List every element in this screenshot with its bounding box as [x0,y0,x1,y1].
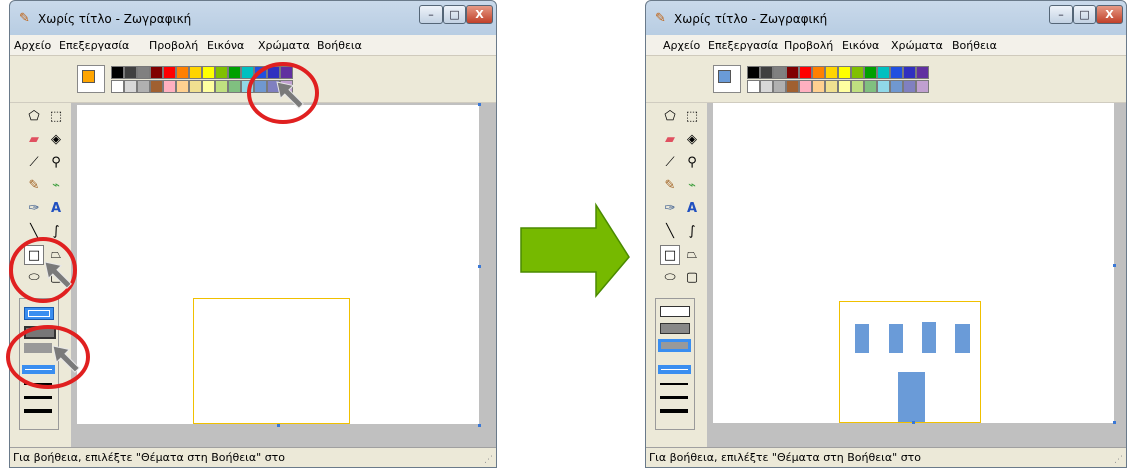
minimize-button[interactable]: – [1049,5,1073,24]
color-swatch[interactable] [851,80,864,93]
menu-view[interactable]: Προβολή [784,39,833,52]
building-door [898,372,925,422]
fill-only-option[interactable] [658,339,691,352]
color-swatch[interactable] [747,66,760,79]
menu-edit[interactable]: Επεξεργασία [708,39,778,52]
canvas-scroll-area [707,103,1126,448]
color-swatch[interactable] [812,80,825,93]
color-swatch[interactable] [799,80,812,93]
color-swatch[interactable] [838,66,851,79]
line-width-1[interactable] [658,365,691,374]
pointer-cursor-icon [276,81,304,109]
brush-tool-icon[interactable]: ⌁ [682,176,702,196]
rounded-rect-tool-icon[interactable]: ▢ [682,268,702,288]
color-swatch[interactable] [760,80,773,93]
color-swatch[interactable] [903,66,916,79]
highlight-circle-fill-option [6,325,90,389]
airbrush-tool-icon[interactable]: ✑ [660,199,680,219]
building-window [889,324,903,353]
curve-tool-icon[interactable]: ∫ [682,222,702,242]
line-width-2[interactable] [660,383,688,385]
text-tool-icon[interactable]: A [682,199,702,219]
line-width-3[interactable] [660,396,688,399]
title-bar: ✎ Χωρίς τίτλο - Ζωγραφική – □ X [646,1,1126,35]
pointer-cursor-icon [52,345,80,373]
arrow-right-icon [520,202,630,299]
magnifier-tool-icon[interactable]: ⚲ [682,153,702,173]
polygon-tool-icon[interactable]: ⏢ [682,245,702,265]
color-swatch[interactable] [812,66,825,79]
maximize-button[interactable]: □ [1073,5,1096,24]
color-swatch[interactable] [825,66,838,79]
current-colors[interactable] [713,65,741,93]
color-swatch[interactable] [786,80,799,93]
menu-image[interactable]: Εικόνα [842,39,879,52]
rectangle-tool-icon[interactable]: □ [660,245,680,265]
color-swatch[interactable] [903,80,916,93]
resize-handle[interactable] [1113,264,1116,267]
color-swatch[interactable] [760,66,773,79]
color-swatch[interactable] [747,80,760,93]
foreground-color [718,70,731,83]
color-swatch[interactable] [838,80,851,93]
color-swatch[interactable] [773,80,786,93]
fill-tool-icon[interactable]: ◈ [682,130,702,150]
line-width-4[interactable] [660,409,688,413]
paint-window-after: ✎ Χωρίς τίτλο - Ζωγραφική – □ X Αρχείο Ε… [645,0,1127,468]
color-swatch[interactable] [877,66,890,79]
toolbox: ⬠⬚▰◈⟋⚲✎⌁✑A╲∫□⏢⬭▢ [646,103,704,448]
paint-app-icon: ✎ [655,11,666,26]
color-swatch[interactable] [916,80,929,93]
menu-help[interactable]: Βοήθεια [952,39,997,52]
status-bar: Για βοήθεια, επιλέξτε "Θέματα στη Βοήθει… [646,447,1126,467]
window-title: Χωρίς τίτλο - Ζωγραφική [674,12,828,26]
building-window [955,324,970,353]
fill-outline-option[interactable] [660,306,690,317]
color-swatch[interactable] [851,66,864,79]
menu-colors[interactable]: Χρώματα [891,39,943,52]
color-picker-tool-icon[interactable]: ⟋ [660,153,680,173]
color-swatch[interactable] [864,66,877,79]
color-swatch[interactable] [890,80,903,93]
color-swatch[interactable] [864,80,877,93]
resize-handle[interactable] [1113,421,1116,424]
resize-grip-icon[interactable]: ⋰ [1114,455,1123,465]
color-swatch[interactable] [825,80,838,93]
tool-options-panel [655,298,695,430]
close-button[interactable]: X [1096,5,1123,24]
color-swatch[interactable] [877,80,890,93]
ellipse-tool-icon[interactable]: ⬭ [660,268,680,288]
color-swatch[interactable] [773,66,786,79]
eraser-tool-icon[interactable]: ▰ [660,130,680,150]
rect-select-tool-icon[interactable]: ⬚ [682,107,702,127]
color-swatch[interactable] [799,66,812,79]
line-tool-icon[interactable]: ╲ [660,222,680,242]
pencil-tool-icon[interactable]: ✎ [660,176,680,196]
free-select-tool-icon[interactable]: ⬠ [660,107,680,127]
drawing-canvas[interactable] [713,103,1114,423]
color-swatch[interactable] [890,66,903,79]
color-swatch[interactable] [786,66,799,79]
menu-bar: Αρχείο Επεξεργασία Προβολή Εικόνα Χρώματ… [646,35,1126,56]
fill-both-option[interactable] [660,323,690,334]
resize-handle[interactable] [912,421,915,424]
drawn-building [839,301,981,423]
status-text: Για βοήθεια, επιλέξτε "Θέματα στη Βοήθει… [649,451,922,464]
color-swatch[interactable] [916,66,929,79]
highlight-circle-rect-tool [9,237,77,303]
building-window [922,322,936,353]
building-window [855,324,869,353]
menu-file[interactable]: Αρχείο [663,39,700,52]
color-palette [646,56,1126,103]
